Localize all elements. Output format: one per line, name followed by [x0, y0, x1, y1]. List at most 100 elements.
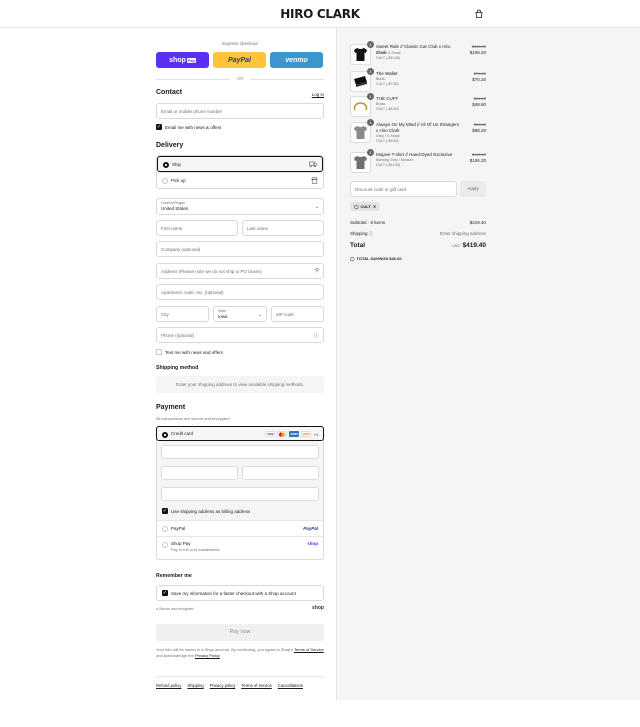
shipping-link[interactable]: Shipping — [187, 683, 203, 688]
cart-item: 1 The Wallet Black CULT (-$7.80) $78.00 … — [350, 68, 486, 95]
remember-me-checkbox[interactable]: ✓ — [162, 590, 168, 596]
payment-method-group: Credit card VISA AMEX DISC +4 ✓ Use ship… — [156, 426, 324, 560]
expiration-field[interactable] — [161, 466, 238, 480]
item-price: $106.20 — [469, 158, 486, 163]
apply-button[interactable]: Apply — [460, 181, 486, 197]
zip-field[interactable]: ZIP code — [271, 306, 324, 322]
privacy-policy-link[interactable]: Privacy Policy — [195, 653, 220, 658]
discover-icon: DISC — [301, 431, 312, 437]
credit-card-label: Credit card — [171, 431, 194, 436]
subtotal-value: $419.40 — [469, 220, 486, 225]
remove-discount-icon[interactable]: ✕ — [373, 204, 376, 209]
delivery-method-group: Ship Pick up — [156, 155, 324, 189]
item-variant: Black / X-Small — [376, 51, 401, 55]
total-savings: ◯ TOTAL SAVINGS $46.60 — [350, 256, 402, 261]
first-name-field[interactable]: First name — [156, 220, 238, 236]
item-name: The Wallet — [376, 71, 398, 76]
help-icon[interactable]: ⓘ — [314, 332, 319, 339]
pickup-label: Pick up — [171, 178, 186, 183]
secure-note: ● Secure and encrypted — [156, 607, 193, 611]
ship-radio[interactable] — [163, 162, 169, 168]
security-code-field[interactable] — [242, 466, 319, 480]
name-on-card-field[interactable] — [161, 487, 319, 501]
pay-now-button[interactable]: Pay now — [156, 624, 324, 641]
address-placeholder: Address (Please note we do not ship to P… — [161, 269, 262, 274]
shopping-bag-icon[interactable] — [474, 9, 484, 19]
refund-policy-link[interactable]: Refund policy — [156, 683, 181, 688]
apartment-field[interactable]: Apartment, suite, etc. (optional) — [156, 284, 324, 300]
text-news-checkbox[interactable] — [156, 349, 162, 355]
total-value: $419.40 — [462, 242, 487, 249]
billing-address-checkbox-row[interactable]: ✓ Use shipping address as billing addres… — [162, 508, 250, 514]
quantity-badge: 1 — [367, 93, 374, 100]
paypal-option[interactable]: PayPal PayPal — [157, 521, 323, 537]
email-news-label: Email me with news & offers — [165, 124, 222, 130]
email-field[interactable]: Email or mobile phone number — [156, 103, 324, 119]
remember-me-option[interactable]: ✓ Save my information for a faster check… — [156, 585, 324, 601]
billing-address-label: Use shipping address as billing address — [171, 508, 251, 514]
tag-icon: ◯ — [350, 256, 355, 261]
text-news-checkbox-row[interactable]: Text me with news and offers — [156, 349, 223, 355]
more-cards-count: +4 — [313, 431, 318, 437]
item-discount: CULT (-$11.80) — [376, 56, 401, 60]
country-label: Country/Region — [161, 201, 186, 205]
phone-field[interactable]: Phone (optional) ⓘ — [156, 327, 324, 343]
company-field[interactable]: Company (optional) — [156, 241, 324, 257]
email-news-checkbox-row[interactable]: ✓ Email me with news & offers — [156, 124, 221, 130]
paypal-button[interactable]: PayPal — [213, 52, 266, 68]
brand-logo[interactable]: HIRO CLARK — [0, 7, 640, 21]
ship-option[interactable]: Ship — [157, 156, 323, 172]
card-details-form: ✓ Use shipping address as billing addres… — [157, 441, 323, 521]
venmo-button[interactable]: venmo — [270, 52, 323, 68]
last-name-field[interactable]: Last name — [242, 220, 324, 236]
card-number-field[interactable] — [161, 445, 319, 459]
item-discount: CULT (-$9.80) — [376, 139, 399, 143]
lock-icon: ● — [156, 607, 159, 611]
shop-pay-logo: shop — [307, 541, 318, 546]
info-icon[interactable]: ⓘ — [369, 231, 374, 236]
shipping-method-heading: Shipping method — [156, 365, 199, 371]
shop-pay-option[interactable]: Shop Pay Pay in full or in installments … — [157, 537, 323, 559]
login-link[interactable]: Log in — [312, 92, 324, 97]
pickup-radio[interactable] — [162, 178, 168, 184]
discount-code-input[interactable]: Discount code or gift card — [350, 181, 457, 197]
billing-address-checkbox[interactable]: ✓ — [162, 508, 168, 514]
cancellations-link[interactable]: Cancellations — [278, 683, 303, 688]
item-original-price: $118.00 — [471, 44, 486, 49]
item-price: $48.60 — [472, 102, 486, 107]
shipping-row: Shipping ⓘ Enter shipping address — [350, 231, 486, 237]
item-original-price: $118.00 — [471, 152, 486, 157]
order-summary: 1 Sweet Ride // Classic Car Club x Hiro … — [336, 28, 640, 700]
pickup-option[interactable]: Pick up — [157, 172, 323, 188]
search-icon: ⚲ — [314, 268, 319, 274]
address-field[interactable]: Address (Please note we do not ship to P… — [156, 263, 324, 279]
subtotal-row: Subtotal · 5 items $419.40 — [350, 220, 486, 225]
country-select[interactable]: Country/Region United States ⌄ — [156, 198, 324, 215]
email-news-checkbox[interactable]: ✓ — [156, 124, 162, 130]
shop-pay-label: shop — [169, 56, 186, 64]
legal-text: Your info will be saved to a Shop accoun… — [156, 647, 324, 659]
quantity-badge: 1 — [367, 149, 374, 156]
shipping-label: Shipping — [350, 231, 368, 236]
shop-pay-radio[interactable] — [162, 542, 168, 548]
shop-pay-button[interactable]: shop Pay — [156, 52, 209, 68]
item-discount: CULT (-$7.80) — [376, 82, 399, 86]
credit-card-option[interactable]: Credit card VISA AMEX DISC +4 — [156, 426, 324, 441]
card-logos: VISA AMEX DISC +4 — [265, 431, 318, 437]
text-news-label: Text me with news and offers — [165, 349, 223, 355]
paypal-label: PayPal — [171, 526, 186, 531]
state-select[interactable]: State Iowa ⌄ — [213, 306, 267, 322]
state-value: Iowa — [218, 314, 228, 319]
shipping-value: Enter shipping address — [439, 231, 486, 236]
paypal-radio[interactable] — [162, 526, 168, 532]
item-discount: CULT (-$5.40) — [376, 107, 399, 111]
terms-of-service-footer-link[interactable]: Terms of service — [241, 683, 271, 688]
city-field[interactable]: City — [156, 306, 209, 322]
credit-card-radio[interactable] — [162, 432, 168, 438]
item-variant: Morning Grey / Medium — [376, 158, 414, 162]
paypal-logo: PayPal — [303, 526, 318, 531]
privacy-policy-footer-link[interactable]: Privacy policy — [210, 683, 236, 688]
terms-of-service-link[interactable]: Terms of Service — [294, 647, 324, 652]
item-price: $106.20 — [469, 50, 486, 55]
contact-heading: Contact — [156, 89, 183, 96]
